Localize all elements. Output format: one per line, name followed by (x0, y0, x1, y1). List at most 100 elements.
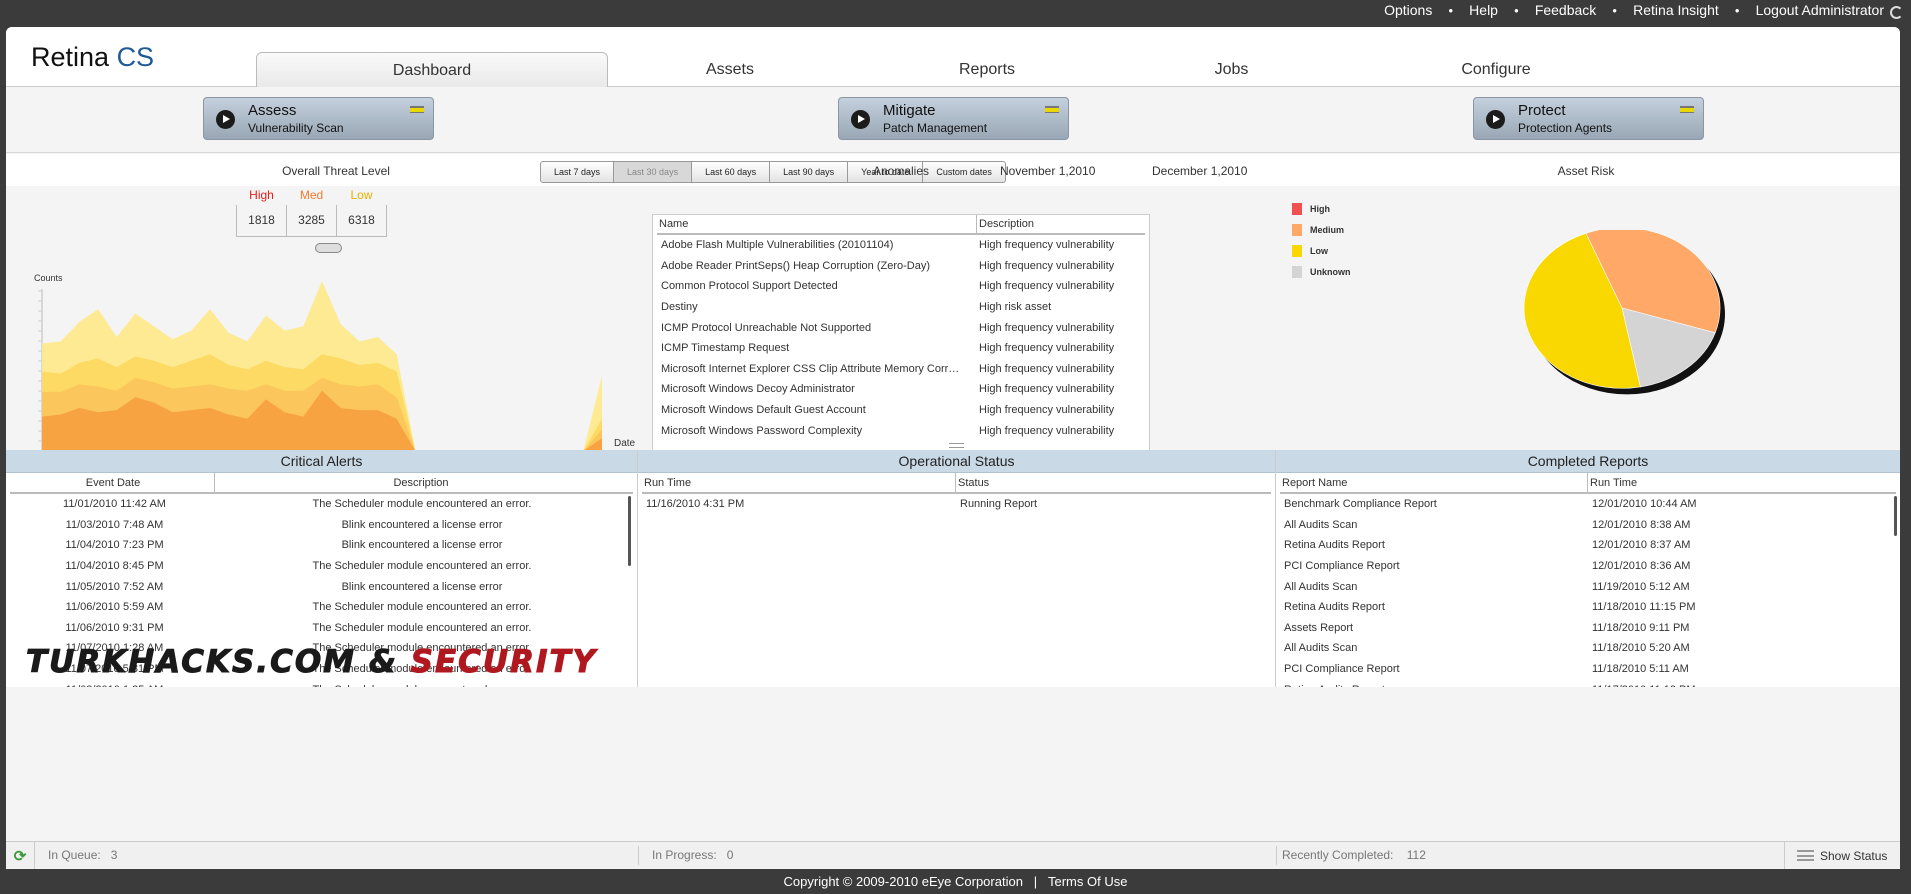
high-count: 1818 (236, 205, 287, 237)
tab-assets[interactable]: Assets (608, 52, 852, 87)
table-row[interactable]: 11/01/2010 11:42 AM The Scheduler module … (10, 494, 633, 515)
table-row[interactable]: Destiny High risk asset (657, 297, 1145, 318)
in-queue-label: In Queue: (48, 848, 101, 862)
anomaly-name: Microsoft Windows Password Complexity (661, 424, 863, 437)
mitigate-button[interactable]: Mitigate Patch Management (838, 97, 1069, 140)
table-row[interactable]: 11/04/2010 7:23 PM Blink encountered a li… (10, 535, 633, 556)
assess-button[interactable]: Assess Vulnerability Scan (203, 97, 434, 140)
table-row[interactable]: Microsoft Windows Password Complexity Hig… (657, 420, 1145, 441)
asset-risk-pie-chart (1523, 230, 1725, 395)
help-link[interactable]: Help (1469, 2, 1498, 18)
show-status-button[interactable]: Show Status (1784, 842, 1900, 869)
legend-swatch (1292, 223, 1302, 236)
legend-label: Low (1310, 245, 1328, 256)
legend-swatch (1292, 202, 1302, 215)
completed-reports-panel: Completed Reports Report Name Run Time B… (1276, 450, 1900, 687)
table-cell: 12/01/2010 8:36 AM (1592, 560, 1691, 573)
status-flag-icon (1680, 106, 1694, 113)
table-row[interactable]: All Audits Scan 11/18/2010 5:20 AM (1280, 638, 1896, 659)
table-cell: 11/18/2010 5:11 AM (1592, 663, 1689, 676)
column-header-status[interactable]: Status (956, 473, 989, 492)
table-row[interactable]: Assets Report 11/18/2010 9:11 PM (1280, 618, 1896, 639)
table-row[interactable]: Common Protocol Support Detected High fre… (657, 276, 1145, 297)
table-row[interactable]: 11/06/2010 9:31 PM The Scheduler module e… (10, 618, 633, 639)
high-label: High (249, 188, 274, 202)
top-links: Options ● Help ● Feedback ● Retina Insight ●… (1384, 2, 1903, 19)
scrollbar-thumb[interactable] (1894, 496, 1897, 536)
copyright-text: Copyright © 2009-2010 eEye Corporation (783, 874, 1023, 889)
table-cell: 11/16/2010 4:31 PM (646, 498, 745, 511)
tab-reports[interactable]: Reports (852, 52, 1122, 87)
legend-item: Low (1292, 240, 1351, 261)
table-row[interactable]: Retina Audits Report 12/01/2010 8:37 AM (1280, 535, 1896, 556)
table-row[interactable]: 11/06/2010 5:59 AM The Scheduler module e… (10, 597, 633, 618)
column-header-report-name[interactable]: Report Name (1280, 473, 1588, 492)
table-row[interactable]: 11/08/2010 1:25 AMThe Scheduler module e… (10, 679, 633, 687)
table-row[interactable]: All Audits Scan 12/01/2010 8:38 AM (1280, 515, 1896, 536)
table-cell: Benchmark Compliance Report (1284, 498, 1437, 511)
table-row[interactable]: 11/03/2010 7:48 AM Blink encountered a li… (10, 515, 633, 536)
terms-of-use-link[interactable]: Terms Of Use (1048, 874, 1127, 889)
threat-area-chart: Counts Date (34, 273, 636, 454)
table-row[interactable]: PCI Compliance Report 11/18/2010 5:11 AM (1280, 659, 1896, 680)
anomaly-name: Common Protocol Support Detected (661, 280, 838, 293)
table-cell: 11/06/2010 5:59 AM (65, 601, 164, 614)
watermark-part1: TURKHACKS.COM & (26, 644, 398, 681)
recently-completed-label: Recently Completed: (1282, 848, 1394, 862)
table-row[interactable]: Microsoft Windows Default Guest Account H… (657, 400, 1145, 421)
anomaly-name: Microsoft Internet Explorer CSS Clip Att… (661, 362, 960, 375)
y-axis-label: Counts (34, 273, 63, 283)
action-bar: Assess Vulnerability Scan Mitigate Patch… (6, 87, 1900, 153)
anomaly-name: Microsoft Windows Default Guest Account (661, 404, 866, 417)
panel-splitter-handle[interactable] (949, 443, 964, 448)
table-row[interactable]: Microsoft Windows Decoy Administrator Hig… (657, 379, 1145, 400)
legend-label: High (1310, 203, 1330, 214)
table-cell: The Scheduler module encountered an erro… (312, 621, 532, 634)
anomaly-name: Destiny (661, 301, 698, 314)
table-row[interactable]: ICMP Protocol Unreachable Not Supported H… (657, 317, 1145, 338)
column-header-name[interactable]: Name (657, 215, 977, 233)
logo-accent: CS (116, 42, 155, 72)
tab-jobs[interactable]: Jobs (1122, 52, 1341, 87)
tab-dashboard[interactable]: Dashboard (256, 52, 608, 88)
column-header-event-date[interactable]: Event Date (10, 473, 215, 492)
table-cell: The Scheduler module encountered an erro… (215, 684, 625, 687)
table-cell: 12/01/2010 10:44 AM (1592, 498, 1697, 511)
table-row[interactable]: 11/05/2010 7:52 AM Blink encountered a li… (10, 576, 633, 597)
table-row[interactable]: Microsoft Internet Explorer CSS Clip Att… (657, 359, 1145, 380)
logout-link[interactable]: Logout Administrator (1756, 2, 1884, 18)
threat-level-title: Overall Threat Level (282, 164, 390, 178)
column-header-description[interactable]: Description (977, 215, 1034, 233)
table-cell: 11/17/2010 11:12 PM (1588, 684, 1888, 687)
scrollbar-thumb[interactable] (628, 496, 631, 566)
threat-level-table: High Med Low 1818 3285 6318 (236, 185, 387, 237)
column-header-description[interactable]: Description (215, 473, 625, 492)
in-queue-status: In Queue: 3 (48, 848, 117, 862)
retina-insight-link[interactable]: Retina Insight (1633, 2, 1719, 18)
med-count: 3285 (286, 205, 337, 237)
options-link[interactable]: Options (1384, 2, 1432, 18)
table-row[interactable]: ICMP Timestamp Request High frequency vul… (657, 338, 1145, 359)
feedback-link[interactable]: Feedback (1535, 2, 1596, 18)
table-row[interactable]: All Audits Scan 11/19/2010 5:12 AM (1280, 576, 1896, 597)
logout-icon[interactable] (1890, 5, 1903, 19)
table-row[interactable]: Adobe Reader PrintSeps() Heap Corruption… (657, 256, 1145, 277)
anomaly-name: Microsoft Windows Decoy Administrator (661, 383, 855, 396)
table-cell: All Audits Scan (1284, 580, 1358, 593)
protect-button[interactable]: Protect Protection Agents (1473, 97, 1704, 140)
column-header-run-time[interactable]: Run Time (642, 473, 956, 492)
tab-configure[interactable]: Configure (1341, 52, 1651, 87)
table-row[interactable]: Retina Audits Report 11/18/2010 11:15 PM (1280, 597, 1896, 618)
table-row[interactable]: Adobe Flash Multiple Vulnerabilities (20… (657, 235, 1145, 256)
separator-dot: ● (1734, 5, 1740, 15)
table-row[interactable]: 11/16/2010 4:31 PM Running Report (642, 494, 1271, 515)
last-7-days-button[interactable]: Last 7 days (540, 161, 615, 183)
table-cell: The Scheduler module encountered an erro… (312, 498, 532, 511)
refresh-icon[interactable]: ⟳ (6, 842, 35, 869)
table-row[interactable]: 11/04/2010 8:45 PM The Scheduler module e… (10, 556, 633, 577)
table-row[interactable]: PCI Compliance Report 12/01/2010 8:36 AM (1280, 556, 1896, 577)
column-header-run-time[interactable]: Run Time (1588, 473, 1637, 492)
table-row[interactable]: Retina Audits Report11/17/2010 11:12 PM (1280, 679, 1896, 687)
operational-status-panel: Operational Status Run Time Status 11/16… (638, 450, 1276, 687)
table-row[interactable]: Benchmark Compliance Report 12/01/2010 10… (1280, 494, 1896, 515)
